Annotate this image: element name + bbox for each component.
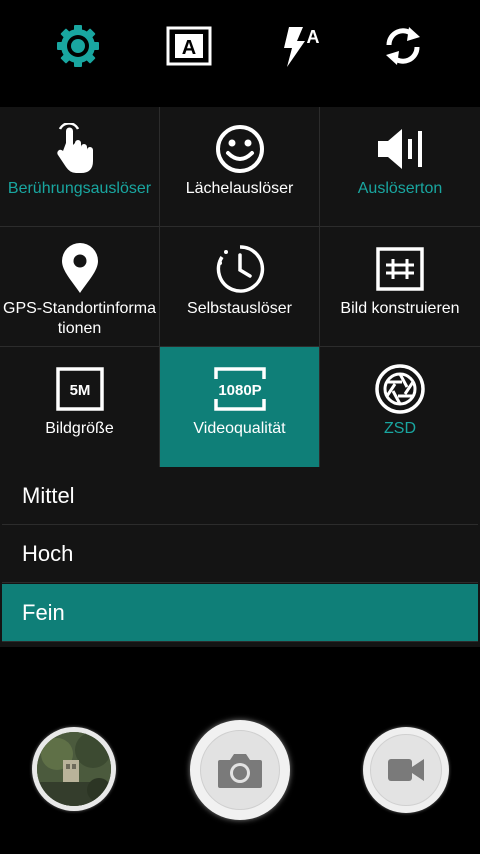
setting-label: Berührungsauslöser (7, 180, 152, 197)
flash-auto-label: A (307, 27, 320, 47)
setting-self-timer[interactable]: Selbstauslöser (160, 227, 320, 347)
grid-frame-icon (376, 247, 424, 291)
setting-label: Selbstauslöser (187, 300, 292, 317)
setting-touch-shutter[interactable]: Berührungsauslöser (0, 107, 160, 227)
image-size-icon: 5M (55, 367, 104, 411)
camera-icon (218, 754, 262, 788)
quality-option-fein[interactable]: Fein (2, 584, 478, 642)
setting-zsd[interactable]: ZSD (320, 347, 480, 467)
setting-image-size[interactable]: 5M Bildgröße (0, 347, 160, 467)
gallery-preview-image (37, 732, 111, 806)
setting-shutter-sound[interactable]: Auslöserton (320, 107, 480, 227)
shutter-button[interactable] (190, 720, 290, 820)
video-quality-icon: 1080P (213, 367, 266, 411)
smile-icon (215, 125, 264, 173)
settings-panel: Berührungsauslöser Lächelauslöser Auslös… (0, 107, 480, 647)
setting-label: Lächelauslöser (185, 180, 294, 197)
settings-grid: Berührungsauslöser Lächelauslöser Auslös… (0, 107, 480, 467)
touch-shutter-icon (56, 123, 93, 173)
setting-label: GPS-Standortinformationen (3, 300, 156, 337)
setting-label: Videoqualität (193, 420, 286, 437)
top-bar: A A (0, 0, 480, 95)
quality-option-hoch[interactable]: Hoch (2, 525, 478, 583)
quality-option-mittel[interactable]: Mittel (2, 467, 478, 525)
video-quality-badge: 1080P (218, 382, 261, 399)
video-record-button[interactable] (363, 727, 449, 813)
setting-composition-grid[interactable]: Bild konstruieren (320, 227, 480, 347)
setting-video-quality[interactable]: 1080P Videoqualität (160, 347, 320, 467)
scene-auto-icon[interactable]: A (161, 18, 217, 74)
video-camera-icon (388, 759, 424, 781)
speaker-icon (378, 129, 422, 169)
switch-camera-icon[interactable] (375, 18, 431, 74)
bottom-bar (0, 700, 480, 854)
settings-icon[interactable] (50, 18, 106, 74)
setting-smile-shutter[interactable]: Lächelauslöser (160, 107, 320, 227)
image-size-badge: 5M (69, 382, 90, 399)
scene-auto-label: A (182, 37, 196, 59)
setting-label: Auslöserton (357, 180, 443, 197)
aperture-icon (375, 364, 425, 414)
setting-label: Bildgröße (45, 420, 114, 437)
location-pin-icon (61, 243, 98, 293)
setting-label: ZSD (384, 420, 416, 437)
timer-icon (216, 245, 264, 293)
setting-label: Bild konstruieren (340, 300, 460, 317)
flash-auto-icon[interactable]: A (272, 18, 328, 74)
gallery-thumbnail[interactable] (32, 727, 116, 811)
setting-gps[interactable]: GPS-Standortinformationen (0, 227, 160, 347)
video-quality-options: Mittel Hoch Fein (2, 467, 478, 642)
